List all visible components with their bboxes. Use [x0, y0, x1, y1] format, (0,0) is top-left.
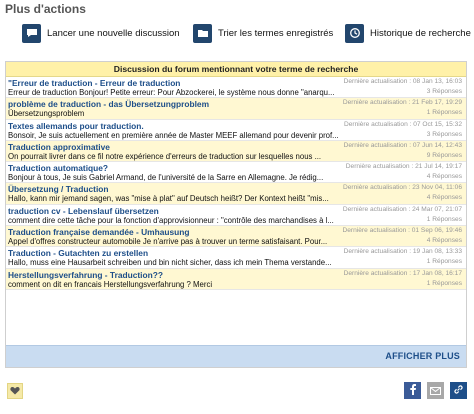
sort-terms-button[interactable]: Trier les termes enregistrés — [193, 20, 333, 46]
discussion-excerpt: Hallo, kann mir jemand sagen, was "mise … — [8, 194, 329, 204]
discussion-excerpt: Hallo, muss eine Hausarbeit schreiben un… — [8, 258, 332, 268]
new-discussion-button[interactable]: Lancer une nouvelle discussion — [22, 20, 180, 46]
discussion-title[interactable]: Traduction - Gutachten zu erstellen — [8, 248, 148, 258]
discussion-title[interactable]: Traduction française demandée - Umhausun… — [8, 227, 190, 237]
reply-count: 1 Réponses — [426, 258, 462, 266]
last-updated: Dernière actualisation : 08 Jan 13, 16:0… — [343, 78, 462, 85]
email-icon — [430, 382, 441, 400]
last-updated: Dernière actualisation : 21 Jul 14, 19:1… — [345, 163, 462, 171]
discussion-title[interactable]: problème de traduction - das Übersetzung… — [8, 99, 209, 109]
section-title: Plus d'actions — [5, 2, 86, 16]
facebook-icon — [409, 382, 417, 400]
discussion-excerpt: Erreur de traduction Bonjour! Petite err… — [8, 88, 335, 97]
discussion-title[interactable]: Herstellungsverfahrung - Traduction?? — [8, 270, 163, 280]
discussion-title[interactable]: Traduction automatique? — [8, 163, 108, 173]
actions-bar: Lancer une nouvelle discussion Trier les… — [0, 20, 474, 48]
search-history-button[interactable]: Historique de recherche — [345, 20, 471, 46]
discussion-excerpt: Bonjour à tous, Je suis Gabriel Armand, … — [8, 173, 324, 183]
discussion-row[interactable]: Traduction approximative Dernière actuali… — [6, 140, 466, 163]
discussion-title[interactable]: "Erreur de traduction - Erreur de traduc… — [8, 78, 180, 88]
discussion-row[interactable]: Traduction - Gutachten zu erstellen Derni… — [6, 247, 466, 269]
discussion-excerpt: On pourrait livrer dans ce fil notre exp… — [8, 151, 322, 161]
reply-count: 3 Réponses — [426, 88, 462, 95]
discussion-row[interactable]: Traduction française demandée - Umhausun… — [6, 226, 466, 248]
discussion-list: "Erreur de traduction - Erreur de traduc… — [6, 77, 466, 290]
reply-count: 1 Réponses — [426, 215, 462, 223]
discussion-row[interactable]: Textes allemands pour traduction. Dernièr… — [6, 120, 466, 141]
reply-count: 4 Réponses — [426, 237, 462, 245]
discussion-title[interactable]: Traduction approximative — [8, 142, 110, 152]
new-discussion-label: Lancer une nouvelle discussion — [47, 27, 180, 39]
link-icon — [453, 382, 464, 400]
last-updated: Dernière actualisation : 01 Sep 06, 19:4… — [342, 227, 463, 235]
reply-count: 4 Réponses — [426, 194, 462, 202]
sort-terms-label: Trier les termes enregistrés — [218, 27, 334, 39]
chat-bubble-icon — [22, 23, 41, 43]
reply-count: 3 Réponses — [426, 130, 462, 138]
discussion-excerpt: comment dire cette tâche pour la fonctio… — [8, 215, 334, 225]
discussion-title[interactable]: Übersetzung / Traduction — [8, 184, 109, 194]
last-updated: Dernière actualisation : 21 Feb 17, 19:2… — [342, 99, 462, 107]
last-updated: Dernière actualisation : 07 Oct 15, 15:3… — [343, 120, 462, 128]
last-updated: Dernière actualisation : 24 Mar 07, 21:0… — [342, 205, 462, 213]
reply-count: 4 Réponses — [426, 173, 462, 181]
heart-icon — [10, 382, 20, 400]
show-more-button[interactable]: AFFICHER PLUS — [385, 351, 460, 361]
discussion-row[interactable]: Herstellungsverfahrung - Traduction?? Der… — [6, 268, 466, 290]
last-updated: Dernière actualisation : 19 Jan 08, 13:3… — [343, 248, 462, 256]
reply-count: 1 Réponses — [426, 109, 462, 117]
facebook-share-button[interactable] — [404, 382, 421, 399]
link-share-button[interactable] — [450, 382, 467, 399]
discussion-title[interactable]: Textes allemands pour traduction. — [8, 121, 144, 131]
show-more-bar: AFFICHER PLUS — [6, 345, 466, 367]
last-updated: Dernière actualisation : 07 Jun 14, 12:4… — [343, 141, 462, 149]
panel-heading: Discussion du forum mentionnant votre te… — [6, 62, 466, 77]
discussion-excerpt: Appel d'offres constructeur automobile J… — [8, 237, 328, 247]
favorite-button[interactable] — [7, 383, 23, 399]
email-share-button[interactable] — [427, 382, 444, 399]
search-history-label: Historique de recherche — [370, 27, 471, 39]
discussion-excerpt: Bonsoir, Je suis actuellement en premièr… — [8, 130, 339, 140]
forum-discussions-panel: Discussion du forum mentionnant votre te… — [5, 61, 467, 368]
discussion-row[interactable]: problème de traduction - das Übersetzung… — [6, 98, 466, 120]
history-icon — [345, 23, 364, 43]
discussion-excerpt: Übersetzungsproblem — [8, 109, 85, 119]
reply-count: 1 Réponses — [426, 279, 462, 287]
discussion-row[interactable]: Übersetzung / Traduction Dernière actuali… — [6, 183, 466, 205]
discussion-row[interactable]: traduction cv - Lebenslauf übersetzen Der… — [6, 205, 466, 227]
last-updated: Dernière actualisation : 17 Jan 08, 16:1… — [343, 269, 462, 277]
discussion-row[interactable]: "Erreur de traduction - Erreur de traduc… — [6, 77, 466, 99]
discussion-row[interactable]: Traduction automatique? Dernière actualis… — [6, 162, 466, 184]
discussion-title[interactable]: traduction cv - Lebenslauf übersetzen — [8, 206, 159, 216]
reply-count: 9 Réponses — [426, 151, 462, 159]
last-updated: Dernière actualisation : 23 Nov 04, 11:0… — [342, 184, 462, 192]
discussion-excerpt: comment on dit en francais Herstellungsv… — [8, 279, 213, 289]
folder-icon — [193, 23, 212, 43]
